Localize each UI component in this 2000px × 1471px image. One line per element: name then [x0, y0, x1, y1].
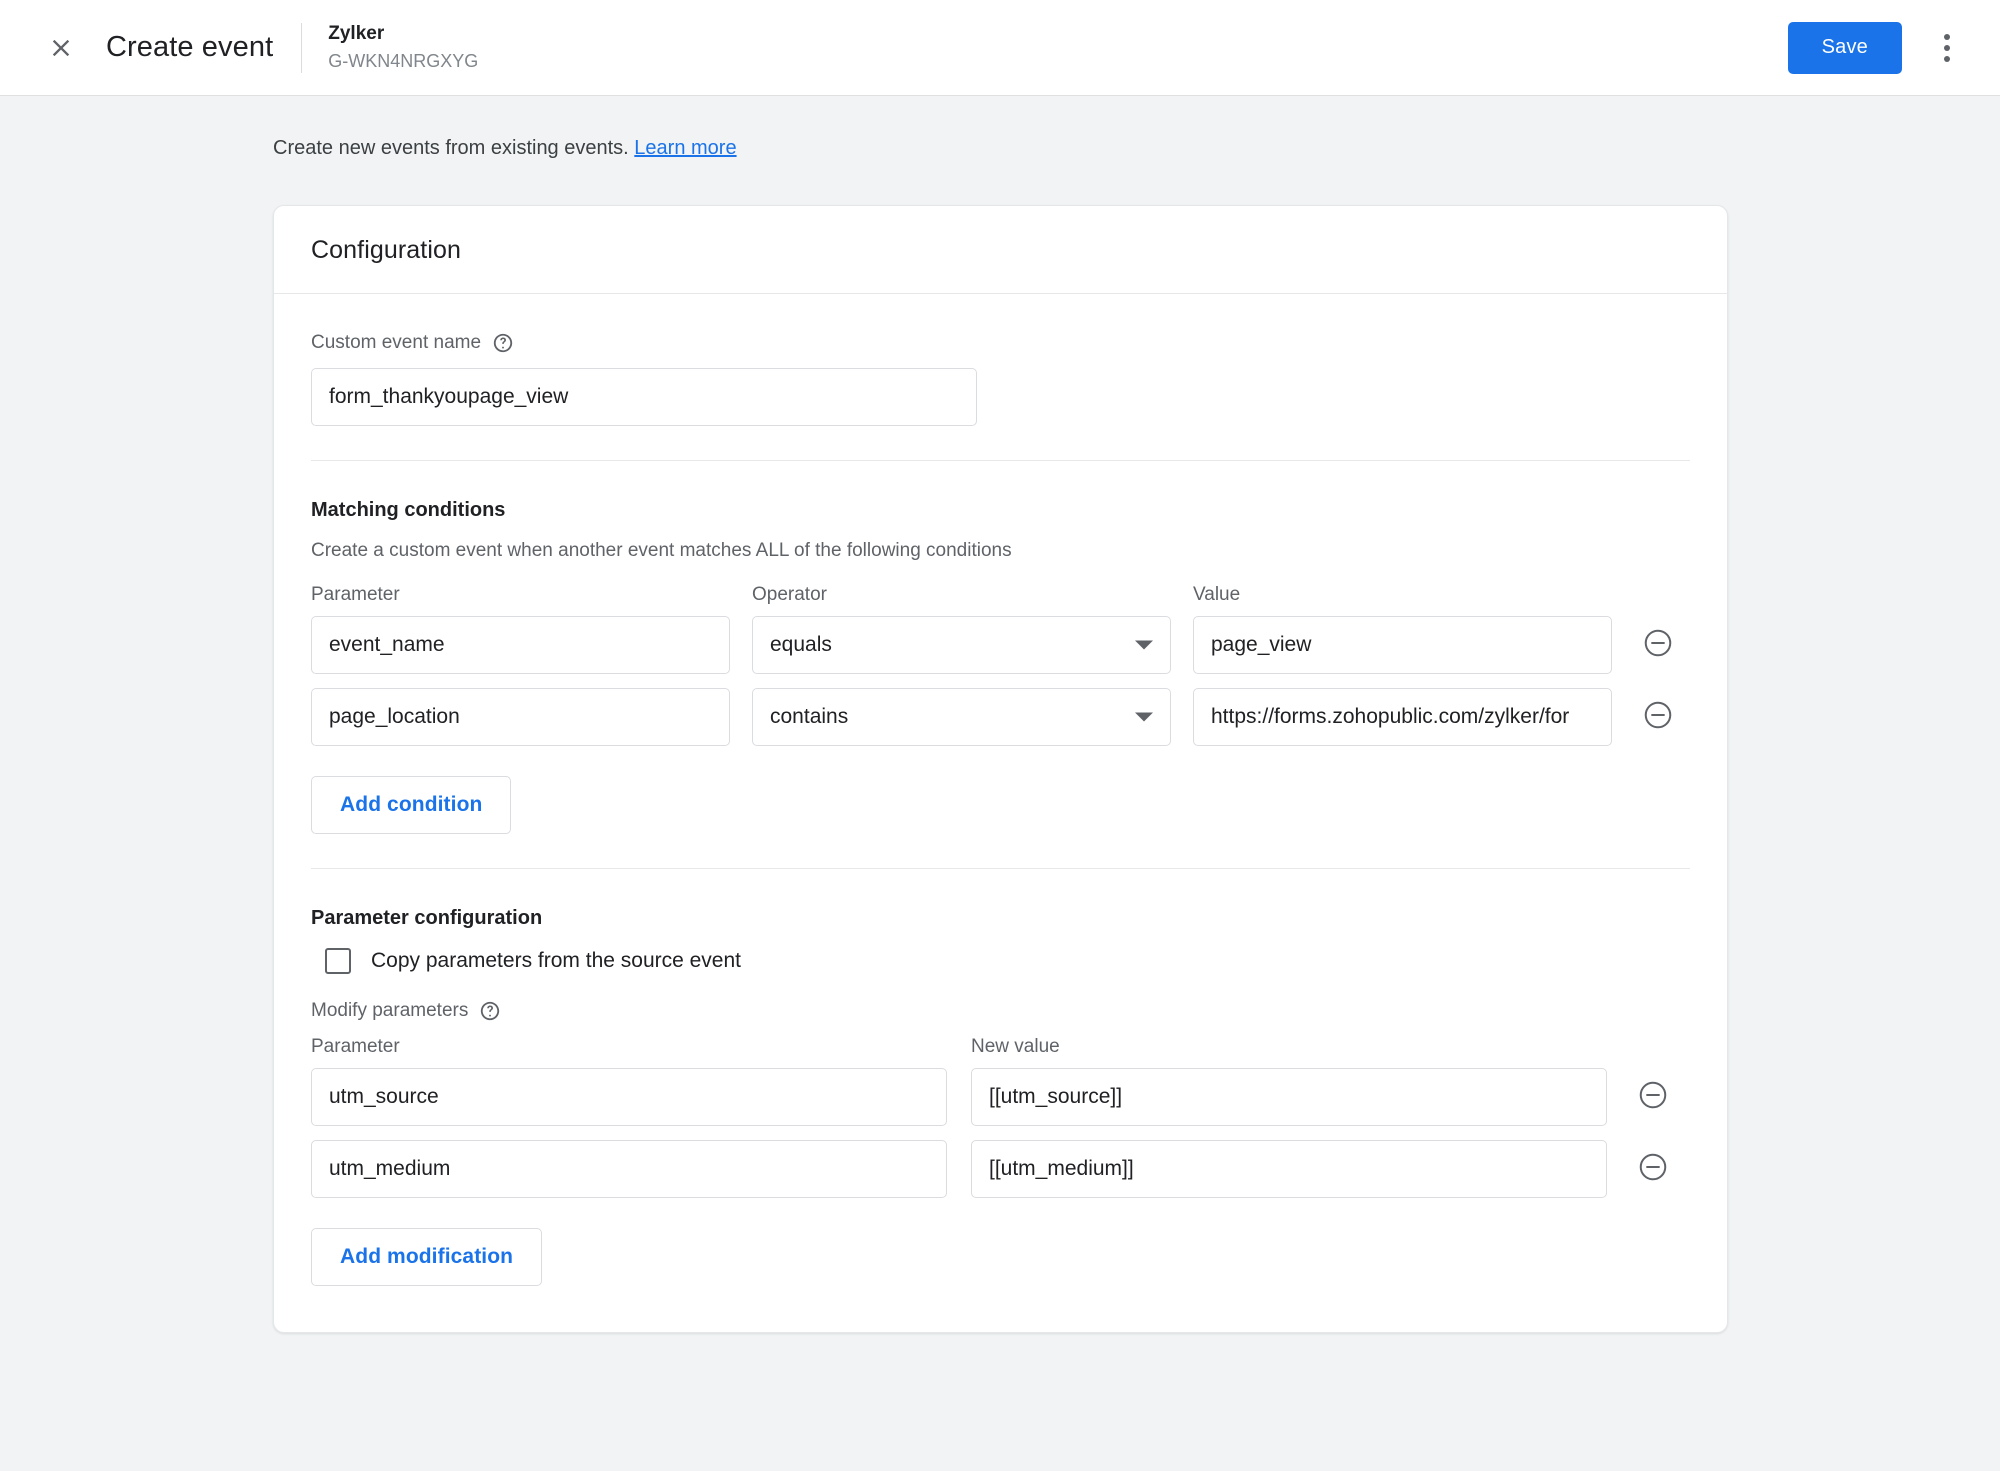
add-condition-button[interactable]: Add condition	[311, 776, 512, 834]
condition-parameter-cell	[311, 616, 730, 674]
card-bottom-padding	[311, 1286, 1690, 1332]
custom-event-name-section: Custom event name	[311, 294, 1690, 426]
card-title: Configuration	[311, 236, 462, 264]
condition-value-input[interactable]	[1193, 616, 1612, 674]
header-divider	[301, 22, 303, 73]
intro-text: Create new events from existing events. …	[0, 96, 2000, 162]
condition-operator-cell	[752, 688, 1171, 746]
property-id: G-WKN4NRGXYG	[328, 51, 479, 71]
remove-modification-button[interactable]	[1635, 1151, 1671, 1187]
column-header-new-value: New value	[971, 1036, 1060, 1057]
condition-operator-value[interactable]	[752, 688, 1171, 746]
modification-new-value-input[interactable]	[971, 1068, 1607, 1126]
remove-circle-icon	[1642, 627, 1674, 664]
column-header-value: Value	[1193, 584, 1241, 605]
remove-circle-icon	[1637, 1079, 1669, 1116]
matching-conditions-section: Matching conditions Create a custom even…	[311, 460, 1690, 834]
remove-circle-icon	[1637, 1151, 1669, 1188]
condition-operator-select[interactable]	[752, 616, 1171, 674]
remove-condition-button[interactable]	[1640, 699, 1676, 735]
remove-condition-button[interactable]	[1640, 627, 1676, 663]
condition-value-cell	[1193, 616, 1612, 674]
modification-row	[311, 1140, 1690, 1198]
parameter-configuration-title: Parameter configuration	[311, 907, 543, 929]
condition-row	[311, 616, 1690, 674]
remove-circle-icon	[1642, 699, 1674, 736]
condition-parameter-input[interactable]	[311, 688, 730, 746]
configuration-card: Configuration Custom event name form_tha…	[273, 205, 1728, 1333]
column-header-parameter: Parameter	[311, 1036, 400, 1057]
modification-parameter-input[interactable]	[311, 1068, 947, 1126]
condition-value-cell	[1193, 688, 1612, 746]
learn-more-link[interactable]: Learn more	[634, 137, 736, 159]
copy-parameters-checkbox[interactable]	[325, 948, 351, 974]
copy-parameters-row[interactable]: Copy parameters from the source event	[325, 948, 1690, 974]
custom-event-name-input[interactable]	[311, 368, 977, 426]
more-vert-icon-dot	[1944, 33, 1950, 40]
card-body: Custom event name Matching conditions Cr…	[274, 294, 1727, 1332]
more-options-button[interactable]	[1924, 25, 1970, 71]
property-block: Zylker G-WKN4NRGXYG	[328, 22, 478, 73]
remove-modification-button[interactable]	[1635, 1079, 1671, 1115]
card-header: Configuration	[274, 206, 1727, 294]
parameter-configuration-section: Parameter configuration Copy parameters …	[311, 868, 1690, 1332]
modification-parameter-cell	[311, 1140, 947, 1198]
condition-operator-value[interactable]	[752, 616, 1171, 674]
close-button[interactable]	[38, 25, 84, 71]
column-header-operator: Operator	[752, 584, 827, 605]
modify-parameters-label-row: Modify parameters	[311, 1000, 1690, 1022]
matching-conditions-title: Matching conditions	[311, 499, 506, 521]
modification-parameter-cell	[311, 1068, 947, 1126]
modification-row	[311, 1068, 1690, 1126]
intro-label: Create new events from existing events.	[273, 137, 629, 159]
modification-parameter-input[interactable]	[311, 1140, 947, 1198]
condition-operator-select[interactable]	[752, 688, 1171, 746]
close-icon	[47, 34, 75, 62]
more-vert-icon-dot	[1944, 44, 1950, 51]
column-header-parameter: Parameter	[311, 584, 400, 605]
modification-new-value-input[interactable]	[971, 1140, 1607, 1198]
modify-parameters-column-headers: Parameter New value	[311, 1036, 1690, 1058]
page-title: Create event	[106, 31, 274, 63]
copy-parameters-label: Copy parameters from the source event	[371, 949, 742, 972]
app-header: Create event Zylker G-WKN4NRGXYG Save	[0, 0, 2000, 96]
save-button[interactable]: Save	[1787, 21, 1902, 74]
modification-new-value-cell	[971, 1068, 1607, 1126]
modification-new-value-cell	[971, 1140, 1607, 1198]
help-circle-icon[interactable]	[479, 1000, 501, 1022]
modify-parameters-label: Modify parameters	[311, 1000, 469, 1021]
more-vert-icon-dot	[1944, 55, 1950, 62]
page-content: Create new events from existing events. …	[0, 96, 2000, 1333]
condition-row	[311, 688, 1690, 746]
condition-operator-cell	[752, 616, 1171, 674]
custom-event-name-label-row: Custom event name	[311, 332, 1690, 354]
add-modification-button[interactable]: Add modification	[311, 1228, 543, 1286]
matching-conditions-description: Create a custom event when another event…	[311, 540, 1012, 561]
help-circle-icon[interactable]	[492, 332, 514, 354]
condition-value-input[interactable]	[1193, 688, 1612, 746]
condition-parameter-cell	[311, 688, 730, 746]
condition-parameter-input[interactable]	[311, 616, 730, 674]
matching-conditions-column-headers: Parameter Operator Value	[311, 584, 1690, 606]
custom-event-name-label: Custom event name	[311, 332, 482, 353]
property-name: Zylker	[328, 23, 385, 44]
